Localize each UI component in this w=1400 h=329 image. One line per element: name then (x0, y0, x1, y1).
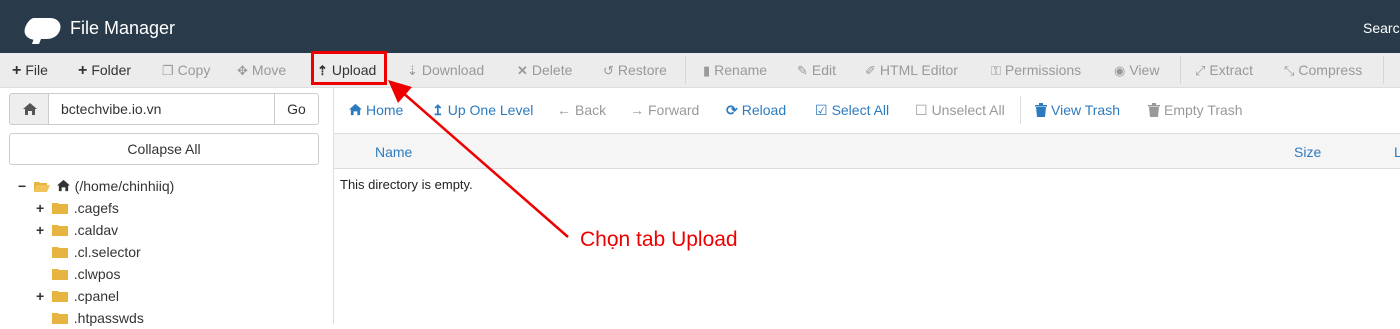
annotation-arrow (388, 80, 569, 238)
annotation-label: Chọn tab Upload (580, 228, 738, 251)
